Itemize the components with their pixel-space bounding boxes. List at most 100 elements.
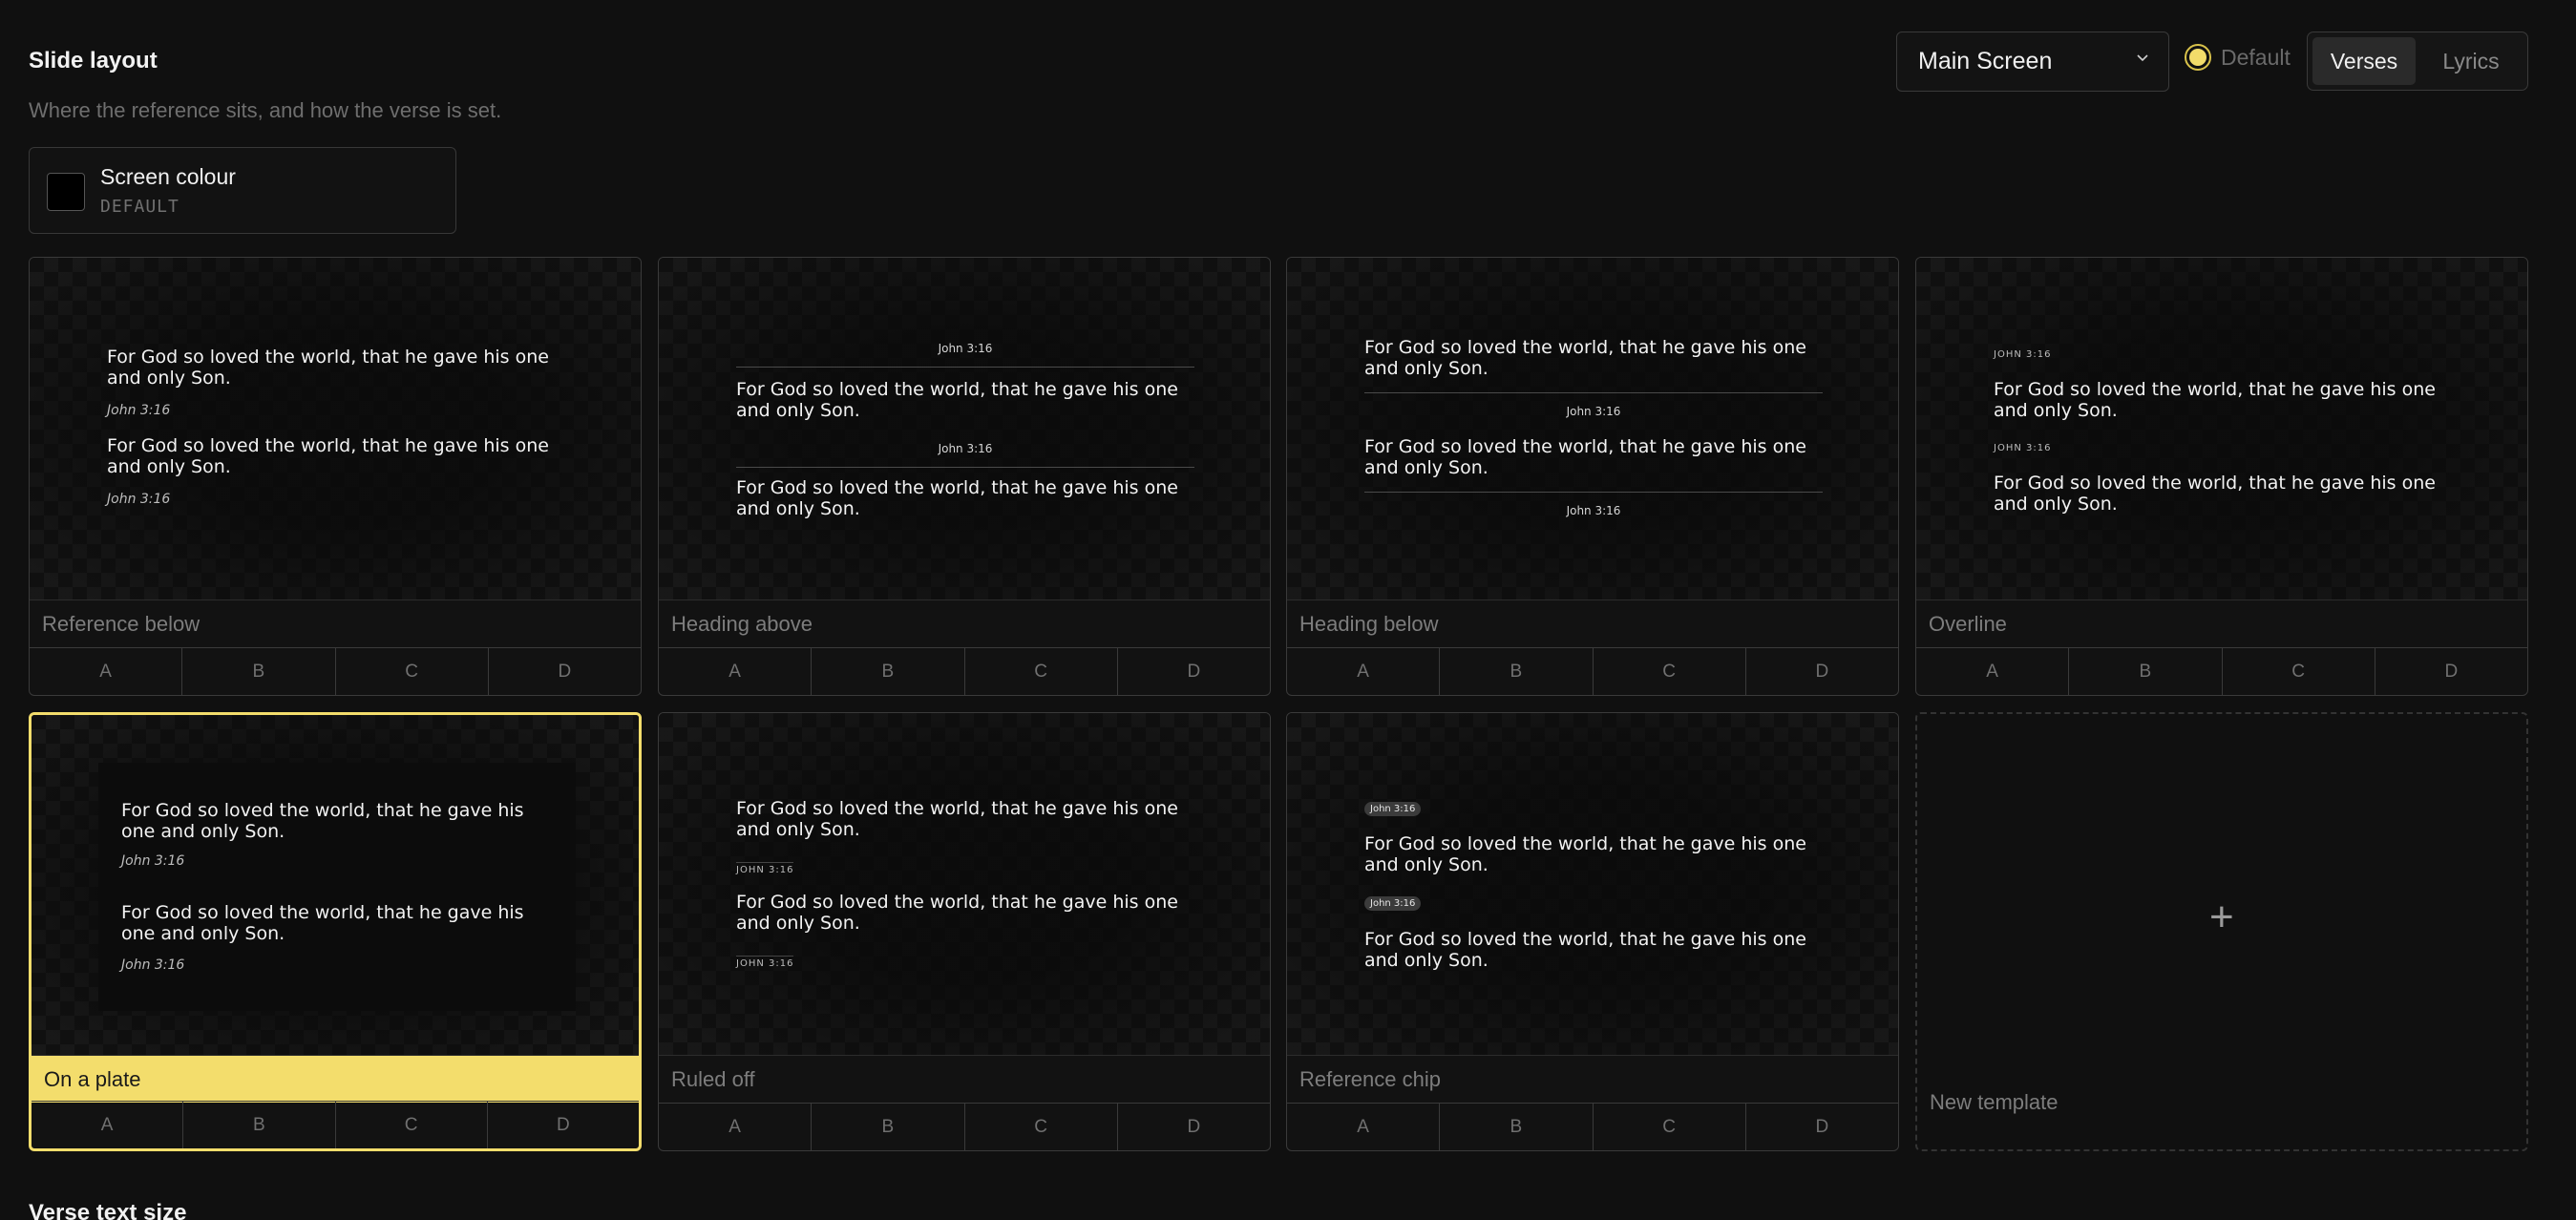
variant-b[interactable]: B [1439, 1104, 1592, 1150]
variant-c[interactable]: C [334, 1102, 487, 1148]
preview-verse: For God so loved the world, that he gave… [1364, 337, 1806, 379]
preview-reference: John 3:16 [107, 492, 171, 507]
variant-a[interactable]: A [30, 648, 181, 695]
variant-b[interactable]: B [811, 1104, 963, 1150]
variant-d[interactable]: D [1744, 648, 1898, 695]
template-preview: John 3:16 For God so loved the world, th… [1287, 713, 1898, 1055]
preview-rule [736, 467, 1194, 468]
preview-verse: For God so loved the world, that he gave… [736, 892, 1178, 934]
variant-row: A B C D [32, 1101, 639, 1148]
preview-rule [736, 367, 1194, 368]
variant-b[interactable]: B [811, 648, 963, 695]
preview-verse: For God so loved the world, that he gave… [1364, 833, 1806, 875]
screen-colour-value: DEFAULT [100, 197, 179, 217]
preview-verse: For God so loved the world, that he gave… [736, 477, 1178, 519]
template-card-reference-below[interactable]: For God so loved the world, that he gave… [29, 257, 642, 696]
preview-verse: For God so loved the world, that he gave… [121, 800, 524, 842]
preview-verse: For God so loved the world, that he gave… [121, 902, 524, 944]
variant-d[interactable]: D [2374, 648, 2527, 695]
screen-select-value: Main Screen [1918, 48, 2053, 74]
preview-reference: John 3:16 [1566, 405, 1621, 418]
preview-reference: John 3:16 [107, 403, 171, 418]
variant-b[interactable]: B [1439, 648, 1592, 695]
default-label: Default [2221, 44, 2291, 70]
variant-a[interactable]: A [1287, 648, 1439, 695]
preview-reference: John 3:16 [938, 342, 993, 355]
variant-c[interactable]: C [2221, 648, 2375, 695]
variant-a[interactable]: A [659, 1104, 811, 1150]
colour-swatch[interactable] [47, 173, 85, 211]
variant-b[interactable]: B [181, 648, 334, 695]
template-card-on-a-plate[interactable]: For God so loved the world, that he gave… [29, 712, 642, 1151]
preview-verse: For God so loved the world, that he gave… [736, 798, 1178, 840]
tab-lyrics[interactable]: Lyrics [2419, 37, 2523, 85]
template-name: Ruled off [659, 1055, 1270, 1103]
template-preview: JOHN 3:16 For God so loved the world, th… [1916, 258, 2527, 599]
template-card-reference-chip[interactable]: John 3:16 For God so loved the world, th… [1286, 712, 1899, 1151]
screen-colour-picker[interactable]: Screen colour DEFAULT [29, 147, 456, 234]
variant-c[interactable]: C [963, 1104, 1117, 1150]
variant-row: A B C D [1287, 647, 1898, 695]
preview-reference: JOHN 3:16 [736, 862, 794, 875]
variant-b[interactable]: B [182, 1102, 334, 1148]
section-title-verse-text-size: Verse text size [29, 1200, 187, 1220]
preview-verse: For God so loved the world, that he gave… [736, 379, 1178, 421]
variant-row: A B C D [659, 647, 1270, 695]
template-card-heading-above[interactable]: John 3:16 For God so loved the world, th… [658, 257, 1271, 696]
preview-verse: For God so loved the world, that he gave… [107, 435, 549, 477]
variant-d[interactable]: D [1116, 1104, 1270, 1150]
template-name: Overline [1916, 599, 2527, 647]
variant-c[interactable]: C [334, 648, 488, 695]
variant-d[interactable]: D [486, 1102, 639, 1148]
variant-a[interactable]: A [1287, 1104, 1439, 1150]
variant-row: A B C D [30, 647, 641, 695]
preview-verse: For God so loved the world, that he gave… [1994, 379, 2436, 421]
variant-d[interactable]: D [1116, 648, 1270, 695]
preview-reference: John 3:16 [121, 957, 185, 973]
template-preview: For God so loved the world, that he gave… [1287, 258, 1898, 599]
variant-d[interactable]: D [1744, 1104, 1898, 1150]
mode-tabs: Verses Lyrics [2307, 32, 2528, 91]
default-radio-icon [2185, 44, 2211, 71]
variant-row: A B C D [659, 1103, 1270, 1150]
preview-reference: JOHN 3:16 [1994, 349, 2052, 360]
variant-c[interactable]: C [1592, 1104, 1745, 1150]
preview-verse: For God so loved the world, that he gave… [1364, 436, 1806, 478]
preview-reference: John 3:16 [121, 853, 185, 869]
tab-verses[interactable]: Verses [2312, 37, 2416, 85]
variant-row: A B C D [1916, 647, 2527, 695]
preview-reference: John 3:16 [938, 442, 993, 455]
preview-verse: For God so loved the world, that he gave… [1994, 473, 2436, 515]
page-subtitle: Where the reference sits, and how the ve… [29, 98, 502, 122]
preview-reference-chip: John 3:16 [1364, 896, 1422, 911]
template-name: Heading below [1287, 599, 1898, 647]
variant-a[interactable]: A [32, 1102, 182, 1148]
template-preview: For God so loved the world, that he gave… [30, 258, 641, 599]
template-preview: For God so loved the world, that he gave… [659, 713, 1270, 1055]
template-card-heading-below[interactable]: For God so loved the world, that he gave… [1286, 257, 1899, 696]
variant-a[interactable]: A [659, 648, 811, 695]
template-name: On a plate [32, 1055, 639, 1103]
template-name: Reference chip [1287, 1055, 1898, 1103]
preview-rule [1364, 392, 1823, 393]
template-name: Reference below [30, 599, 641, 647]
screen-select[interactable]: Main Screen [1896, 32, 2169, 92]
template-name: Heading above [659, 599, 1270, 647]
variant-d[interactable]: D [487, 648, 641, 695]
preview-rule [1364, 492, 1823, 493]
template-card-overline[interactable]: JOHN 3:16 For God so loved the world, th… [1915, 257, 2528, 696]
preview-verse: For God so loved the world, that he gave… [107, 347, 549, 389]
variant-c[interactable]: C [963, 648, 1117, 695]
preview-verse: For God so loved the world, that he gave… [1364, 929, 1806, 971]
page-title: Slide layout [29, 48, 158, 74]
plus-icon: + [2209, 894, 2234, 940]
variant-b[interactable]: B [2068, 648, 2221, 695]
preview-reference-chip: John 3:16 [1364, 802, 1422, 816]
variant-row: A B C D [1287, 1103, 1898, 1150]
new-template-label: New template [1930, 1090, 2059, 1114]
variant-c[interactable]: C [1592, 648, 1745, 695]
new-template-button[interactable]: + New template [1915, 712, 2528, 1151]
template-card-ruled-off[interactable]: For God so loved the world, that he gave… [658, 712, 1271, 1151]
default-toggle[interactable]: Default [2185, 44, 2291, 71]
variant-a[interactable]: A [1916, 648, 2068, 695]
